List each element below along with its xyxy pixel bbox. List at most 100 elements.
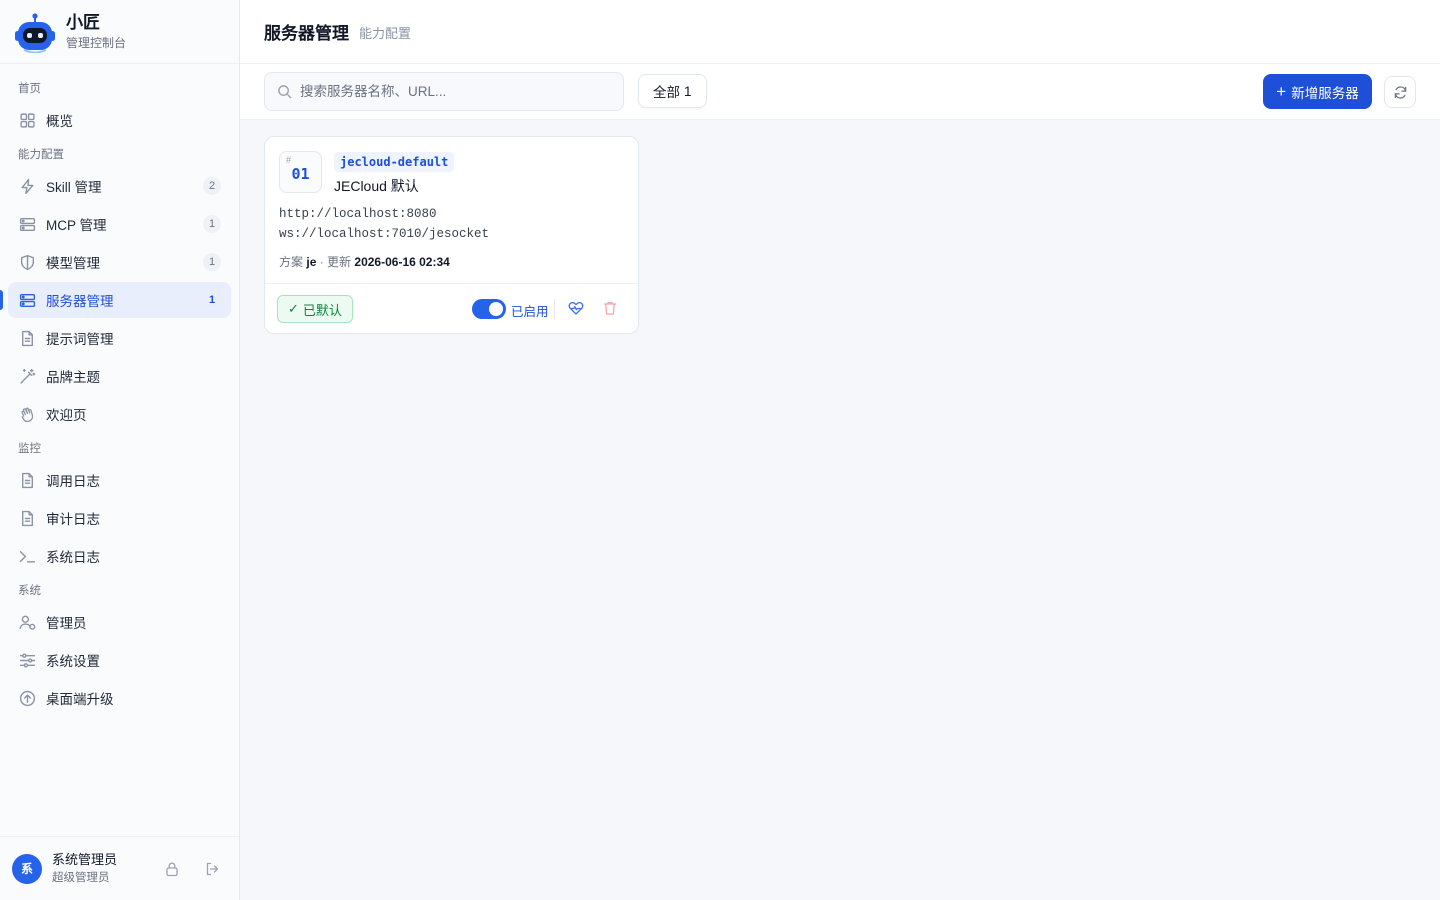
card-footer: ✓ 已默认 已启用 <box>265 283 638 334</box>
sidebar-item-audit-logs[interactable]: 审计日志 <box>8 500 231 536</box>
file-icon <box>18 329 36 347</box>
sidebar-item-brand-theme[interactable]: 品牌主题 <box>8 358 231 394</box>
server-icon <box>18 291 36 309</box>
check-icon: ✓ <box>288 301 299 316</box>
user-role: 超级管理员 <box>52 872 110 884</box>
sidebar-item-admins[interactable]: 管理员 <box>8 604 231 640</box>
toolbar: 全部 1 + 新增服务器 <box>240 64 1440 120</box>
sidebar-item-label: 品牌主题 <box>46 370 100 385</box>
plan-value: je <box>306 255 317 269</box>
sidebar-item-label: 调用日志 <box>46 474 100 489</box>
count-badge: 1 <box>203 215 221 233</box>
sidebar-item-servers[interactable]: 服务器管理 1 <box>0 282 231 318</box>
server-ws-url: ws://localhost:7010/jesocket <box>279 227 490 241</box>
server-name: JECloud 默认 <box>334 178 419 194</box>
brand-name: 小匠 <box>66 12 100 32</box>
filter-all-chip[interactable]: 全部 1 <box>638 74 707 108</box>
terminal-icon <box>18 547 36 565</box>
sidebar-item-label: 系统设置 <box>46 654 100 669</box>
server-icon <box>18 215 36 233</box>
grid-icon <box>18 111 36 129</box>
file-icon <box>18 509 36 527</box>
brand[interactable]: 小匠 管理控制台 <box>0 0 239 64</box>
server-code-tag: jecloud-default <box>334 152 455 172</box>
health-check-icon[interactable] <box>568 300 586 318</box>
breadcrumb[interactable]: 能力配置 <box>359 23 411 42</box>
server-http-url: http://localhost:8080 <box>279 207 437 221</box>
updated-label: 更新 <box>327 255 352 269</box>
server-index: 01 <box>291 165 310 183</box>
search-icon <box>278 85 292 99</box>
sidebar-item-models[interactable]: 模型管理 1 <box>8 244 231 280</box>
file-icon <box>18 471 36 489</box>
bolt-icon <box>18 177 36 195</box>
sidebar-item-label: 管理员 <box>46 616 87 631</box>
enable-toggle[interactable] <box>472 299 506 319</box>
search-input[interactable] <box>300 84 600 99</box>
user-name: 系统管理员 <box>52 852 118 867</box>
sidebar-item-label: 服务器管理 <box>46 294 114 309</box>
nav-group-label: 能力配置 <box>18 149 64 161</box>
brand-subtitle: 管理控制台 <box>66 35 127 50</box>
page-header: 服务器管理 能力配置 <box>240 0 1440 64</box>
sidebar-item-label: 系统日志 <box>46 550 100 565</box>
sidebar-item-label: 概览 <box>46 114 73 129</box>
sidebar-item-label: MCP 管理 <box>46 218 107 233</box>
sidebar: 小匠 管理控制台 首页 概览 能力配置 Skill 管理 2 MCP 管理 1 <box>0 0 240 900</box>
count-badge: 2 <box>203 177 221 195</box>
server-meta: 方案 je · 更新 2026-06-16 02:34 <box>279 253 450 270</box>
avatar[interactable]: 系 <box>12 853 42 884</box>
sidebar-item-label: 桌面端升级 <box>46 692 114 707</box>
filter-count: 1 <box>684 83 692 99</box>
index-hash: # <box>286 155 292 165</box>
users-icon <box>18 613 36 631</box>
sidebar-item-label: 模型管理 <box>46 256 100 271</box>
sidebar-item-desktop-upgrade[interactable]: 桌面端升级 <box>8 680 231 716</box>
filter-label: 全部 <box>653 85 680 100</box>
enable-label: 已启用 <box>511 305 549 319</box>
sidebar-item-label: Skill 管理 <box>46 180 102 195</box>
logout-icon[interactable] <box>204 861 220 877</box>
sidebar-nav: 首页 概览 能力配置 Skill 管理 2 MCP 管理 1 模型管理 1 服务… <box>0 64 239 716</box>
sidebar-item-settings[interactable]: 系统设置 <box>8 642 231 678</box>
search-box[interactable] <box>264 72 624 111</box>
sidebar-item-call-logs[interactable]: 调用日志 <box>8 462 231 498</box>
plus-icon: + <box>1276 82 1287 101</box>
divider <box>554 299 555 319</box>
sidebar-item-overview[interactable]: 概览 <box>8 102 231 138</box>
plan-label: 方案 <box>279 255 304 269</box>
shield-icon <box>18 253 36 271</box>
add-server-button[interactable]: + 新增服务器 <box>1263 74 1372 109</box>
sidebar-item-prompts[interactable]: 提示词管理 <box>8 320 231 356</box>
magic-wand-icon <box>18 367 36 385</box>
refresh-icon <box>1394 85 1406 99</box>
sidebar-item-label: 欢迎页 <box>46 408 87 423</box>
nav-group-label: 监控 <box>18 443 41 455</box>
server-card[interactable]: # 01 jecloud-default JECloud 默认 http://l… <box>264 136 639 334</box>
meta-separator: · <box>316 255 328 269</box>
sidebar-item-system-logs[interactable]: 系统日志 <box>8 538 231 574</box>
count-badge: 1 <box>203 253 221 271</box>
server-index-box: # 01 <box>279 151 322 193</box>
lock-icon[interactable] <box>164 861 180 877</box>
page-title: 服务器管理 <box>264 24 349 43</box>
sidebar-item-welcome[interactable]: 欢迎页 <box>8 396 231 432</box>
sidebar-item-label: 审计日志 <box>46 512 100 527</box>
refresh-button[interactable] <box>1384 76 1416 108</box>
user-panel: 系 系统管理员 超级管理员 <box>0 836 239 900</box>
count-badge: 1 <box>208 294 216 306</box>
nav-group-label: 首页 <box>18 83 41 95</box>
sidebar-item-skill[interactable]: Skill 管理 2 <box>8 168 231 204</box>
nav-group-label: 系统 <box>18 585 41 597</box>
upload-circle-icon <box>18 689 36 707</box>
sliders-icon <box>18 651 36 669</box>
sidebar-item-label: 提示词管理 <box>46 332 114 347</box>
wave-hand-icon <box>18 405 36 423</box>
default-label: 已默认 <box>302 302 342 318</box>
updated-value: 2026-06-16 02:34 <box>354 255 450 269</box>
sidebar-item-mcp[interactable]: MCP 管理 1 <box>8 206 231 242</box>
add-server-label: 新增服务器 <box>1291 85 1359 101</box>
default-badge[interactable]: ✓ 已默认 <box>277 295 353 323</box>
delete-icon[interactable] <box>602 300 620 318</box>
robot-logo-icon <box>15 12 55 53</box>
